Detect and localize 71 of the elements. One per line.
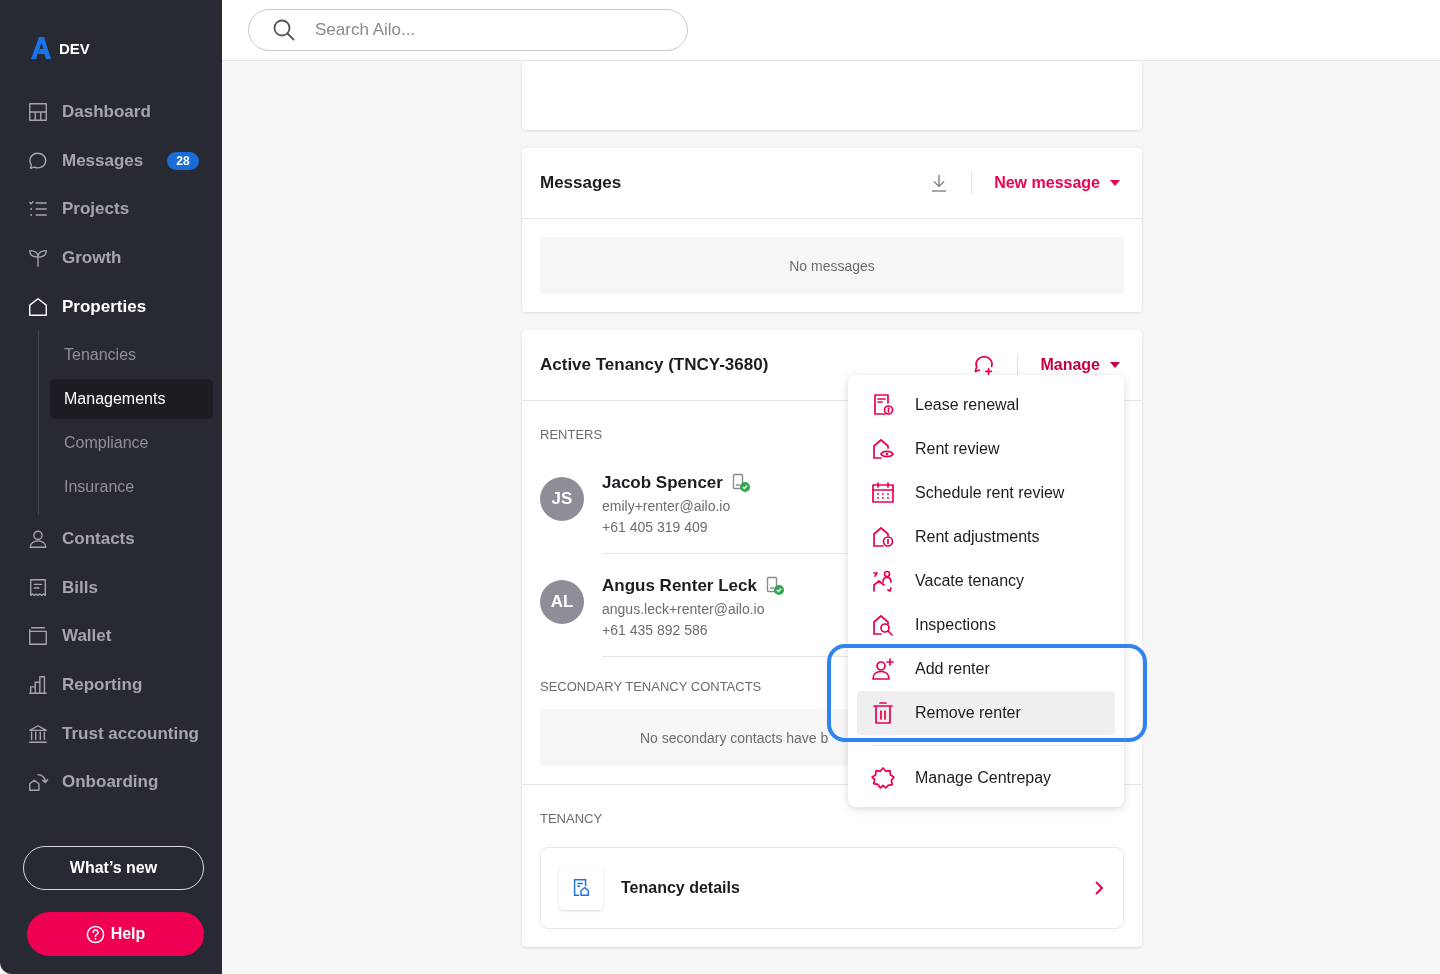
house-icon bbox=[27, 295, 49, 318]
sidebar-item[interactable]: Trust accounting bbox=[0, 709, 222, 758]
menu-item[interactable]: Lease renewal bbox=[857, 383, 1115, 427]
card-title: Active Tenancy (TNCY-3680) bbox=[540, 355, 770, 375]
house-arrow-icon bbox=[27, 771, 49, 794]
renter-email: angus.leck+renter@ailo.io bbox=[602, 601, 765, 617]
sidebar-item[interactable]: Properties bbox=[0, 282, 222, 331]
avatar: AL bbox=[540, 580, 584, 624]
section-heading: SECONDARY TENANCY CONTACTS bbox=[540, 679, 762, 696]
bank-icon bbox=[27, 722, 49, 745]
sidebar-subitem[interactable]: Insurance bbox=[50, 466, 213, 507]
renter-name: Jacob Spencer bbox=[602, 473, 723, 493]
person-icon bbox=[27, 528, 49, 551]
sidebar-item[interactable]: Messages 28 bbox=[0, 136, 222, 186]
renter-name: Angus Renter Leck bbox=[602, 576, 757, 596]
renter-phone: +61 435 892 586 bbox=[602, 622, 708, 638]
manage-button[interactable]: Manage bbox=[1040, 356, 1120, 374]
renter-phone: +61 405 319 409 bbox=[602, 519, 708, 535]
sidebar-item[interactable]: Wallet bbox=[0, 612, 222, 661]
verified-phone-icon bbox=[764, 576, 785, 596]
grid-icon bbox=[27, 101, 49, 124]
chat-plus-icon[interactable] bbox=[973, 354, 996, 376]
menu-item[interactable]: Inspections bbox=[857, 603, 1115, 647]
sidebar-item[interactable]: Onboarding bbox=[0, 757, 222, 807]
search-icon bbox=[272, 18, 296, 42]
receipt-icon bbox=[27, 576, 49, 599]
verified-phone-icon bbox=[730, 473, 751, 493]
menu-item[interactable]: Rent review bbox=[857, 427, 1115, 471]
new-message-button[interactable]: New message bbox=[994, 174, 1120, 192]
search-field[interactable]: Search Ailo... bbox=[248, 9, 688, 51]
menu-item[interactable]: Add renter bbox=[857, 647, 1115, 691]
house-person-icon bbox=[871, 569, 895, 593]
sidebar-item[interactable]: Contacts bbox=[0, 514, 222, 564]
sidebar-subitem[interactable]: Managements bbox=[50, 378, 213, 419]
brand-label: DEV bbox=[59, 39, 90, 57]
help-button[interactable]: Help bbox=[27, 912, 204, 956]
caret-icon bbox=[1110, 180, 1120, 186]
wallet-icon bbox=[27, 625, 49, 648]
document-coin-icon bbox=[871, 393, 895, 417]
menu-item[interactable]: Schedule rent review bbox=[857, 471, 1115, 515]
caret-icon bbox=[1110, 362, 1120, 368]
sidebar-item[interactable]: Dashboard bbox=[0, 88, 222, 137]
person-plus-icon bbox=[871, 657, 895, 681]
sidebar-subitem[interactable]: Compliance bbox=[50, 422, 213, 463]
house-coin-icon bbox=[871, 525, 895, 549]
sidebar-item[interactable]: Reporting bbox=[0, 660, 222, 710]
house-magnifier-icon bbox=[871, 613, 895, 637]
section-heading: RENTERS bbox=[540, 427, 603, 444]
menu-item[interactable]: Rent adjustments bbox=[857, 515, 1115, 559]
help-icon bbox=[85, 924, 105, 944]
tenancy-details-row[interactable]: Tenancy details bbox=[540, 847, 1124, 929]
house-eye-icon bbox=[871, 437, 895, 461]
sidebar-item[interactable]: Projects bbox=[0, 185, 222, 234]
section-heading: TENANCY bbox=[540, 811, 603, 828]
sidebar-item[interactable]: Growth bbox=[0, 233, 222, 283]
avatar: JS bbox=[540, 477, 584, 521]
empty-message: No messages bbox=[540, 237, 1124, 294]
trash-icon bbox=[871, 701, 895, 725]
card-title: Messages bbox=[540, 173, 623, 193]
count-badge: 28 bbox=[167, 151, 199, 170]
sidebar-subitem[interactable]: Tenancies bbox=[50, 334, 213, 375]
menu-item[interactable]: Remove renter bbox=[857, 691, 1115, 735]
chevron-right-icon bbox=[1093, 880, 1105, 896]
logo-icon bbox=[31, 37, 51, 59]
sidebar-item[interactable]: Bills bbox=[0, 563, 222, 613]
sprout-icon bbox=[27, 247, 49, 270]
renter-email: emily+renter@ailo.io bbox=[602, 498, 731, 514]
bar-chart-icon bbox=[27, 674, 49, 697]
calendar-icon bbox=[871, 481, 895, 505]
menu-item[interactable]: Vacate tenancy bbox=[857, 559, 1115, 603]
badge-star-icon bbox=[871, 766, 895, 790]
